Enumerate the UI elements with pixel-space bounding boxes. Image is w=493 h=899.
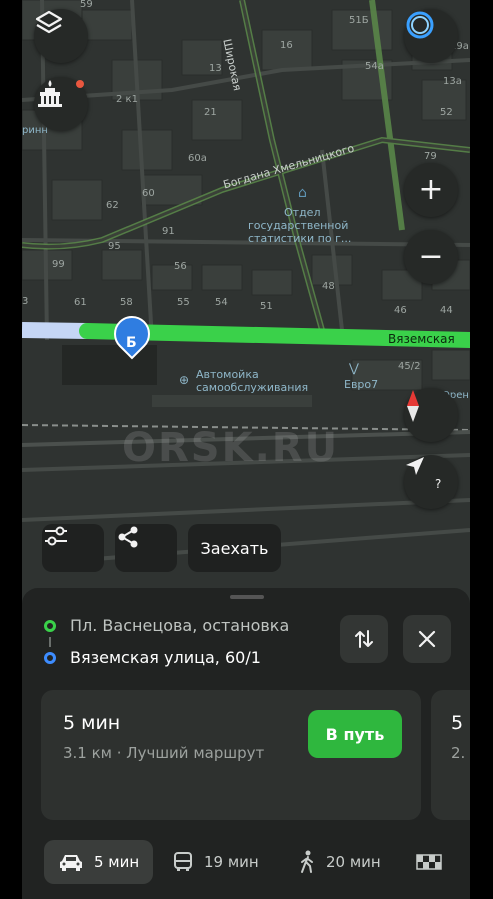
poi-statistics-line1: Отдел: [284, 206, 321, 219]
street-label-vyazemskaya: Вяземская: [388, 332, 455, 346]
house-number: 52: [440, 107, 453, 118]
layers-icon: [35, 10, 63, 34]
route-summary-alt: 2.: [451, 744, 466, 762]
assistant-button[interactable]: [404, 9, 458, 63]
poi-carwash-line1: Автомойка: [196, 368, 259, 381]
house-number: 2 к1: [116, 94, 138, 105]
car-icon: [60, 855, 82, 871]
mode-car[interactable]: 5 мин: [44, 840, 154, 884]
route-from: Пл. Васнецова, остановка: [70, 616, 290, 635]
route-summary: 3.1 км · Лучший маршрут: [63, 744, 265, 762]
house-number: 16: [280, 40, 293, 51]
house-number: 46: [394, 305, 407, 316]
navigator-screen: Б 59 51Б 16 54а 19а 13а 13 21 2 к1 52 60…: [22, 0, 470, 899]
mode-walk-time: 20 мин: [326, 853, 381, 871]
house-number: 79: [424, 151, 437, 162]
mode-bus[interactable]: 19 мин: [172, 840, 259, 884]
route-duration-alt: 5: [451, 712, 464, 734]
destination-dot-icon: [44, 651, 56, 664]
poi-label: ринн: [22, 125, 48, 136]
origin-dot-icon: [44, 619, 56, 632]
zoom-out-button[interactable]: −: [404, 230, 458, 284]
go-button[interactable]: В путь: [308, 710, 402, 758]
government-icon: ⌂: [298, 185, 307, 201]
landmark-icon: [38, 80, 62, 107]
house-number: 58: [120, 297, 133, 308]
house-number: 91: [162, 226, 175, 237]
location-question-label: ?: [435, 477, 442, 491]
poi-evro7: Евро7: [344, 378, 379, 391]
map-view[interactable]: Б 59 51Б 16 54а 19а 13а 13 21 2 к1 52 60…: [22, 0, 470, 640]
house-number: 13а: [443, 76, 462, 87]
bus-icon: [174, 852, 192, 871]
zoom-in-button[interactable]: +: [404, 163, 458, 217]
mode-car-time: 5 мин: [94, 853, 140, 871]
house-number: 99: [52, 259, 65, 270]
compass-button[interactable]: [404, 388, 458, 442]
plus-icon: +: [418, 172, 444, 207]
house-number: 62: [106, 200, 119, 211]
house-number: 59: [80, 0, 93, 10]
house-number: 3: [22, 296, 29, 307]
route-to-row[interactable]: Вяземская улица, 60/1: [44, 648, 261, 667]
walking-icon: [301, 850, 313, 873]
house-number: 55: [177, 297, 190, 308]
poi-statistics-line2: государственной: [248, 219, 349, 232]
route-to: Вяземская улица, 60/1: [70, 648, 261, 667]
route-option-card[interactable]: 5 мин 3.1 км · Лучший маршрут В путь: [41, 690, 421, 820]
house-number: 45/2: [398, 361, 421, 372]
add-stop-label: Заехать: [200, 538, 269, 558]
poi-carwash-line2: самообслуживания: [196, 381, 309, 394]
house-number: 60: [142, 188, 155, 199]
add-stop-button[interactable]: Заехать: [188, 524, 281, 572]
destination-marker-label: Б: [126, 335, 137, 351]
house-number: 44: [440, 305, 453, 316]
swap-route-button[interactable]: [340, 615, 388, 663]
route-from-row[interactable]: Пл. Васнецова, остановка: [44, 616, 289, 635]
route-connector: [49, 637, 51, 647]
mode-taxi[interactable]: [416, 840, 442, 884]
house-number: 54: [215, 297, 228, 308]
notification-dot: [76, 80, 84, 88]
swap-arrows-icon: [355, 630, 373, 648]
house-number: 60а: [188, 153, 207, 164]
landmarks-button[interactable]: [34, 77, 88, 131]
house-number: 95: [108, 241, 121, 252]
location-arrow-icon: [406, 457, 424, 475]
gas-station-icon: ⋁: [349, 361, 359, 375]
house-number: 61: [74, 297, 87, 308]
route-duration: 5 мин: [63, 712, 121, 734]
share-button[interactable]: [115, 524, 177, 572]
close-icon: [418, 630, 436, 648]
taxi-icon: [416, 854, 442, 870]
carwash-icon: ⊕: [179, 373, 190, 387]
share-icon: [118, 526, 138, 548]
sliders-icon: [45, 526, 67, 546]
house-number: 51: [260, 301, 273, 312]
route-option-card-alt[interactable]: 5 2.: [431, 690, 470, 820]
minus-icon: −: [418, 239, 444, 274]
house-number: 48: [322, 281, 335, 292]
assistant-icon: [406, 11, 434, 39]
house-number: 56: [174, 261, 187, 272]
mode-walk[interactable]: 20 мин: [298, 840, 381, 884]
house-number: 13: [209, 63, 222, 74]
house-number: 54а: [365, 61, 384, 72]
mode-bus-time: 19 мин: [204, 853, 259, 871]
close-route-button[interactable]: [403, 615, 451, 663]
sheet-grabber[interactable]: [230, 595, 264, 599]
compass-icon: [407, 390, 419, 422]
house-number: 21: [204, 107, 217, 118]
watermark: ORSK.RU: [122, 425, 340, 471]
poi-statistics-line3: статистики по г...: [248, 232, 352, 245]
my-location-button[interactable]: ?: [404, 455, 458, 509]
layers-button[interactable]: [34, 9, 88, 63]
house-number: 51Б: [349, 15, 369, 26]
route-settings-button[interactable]: [42, 524, 104, 572]
